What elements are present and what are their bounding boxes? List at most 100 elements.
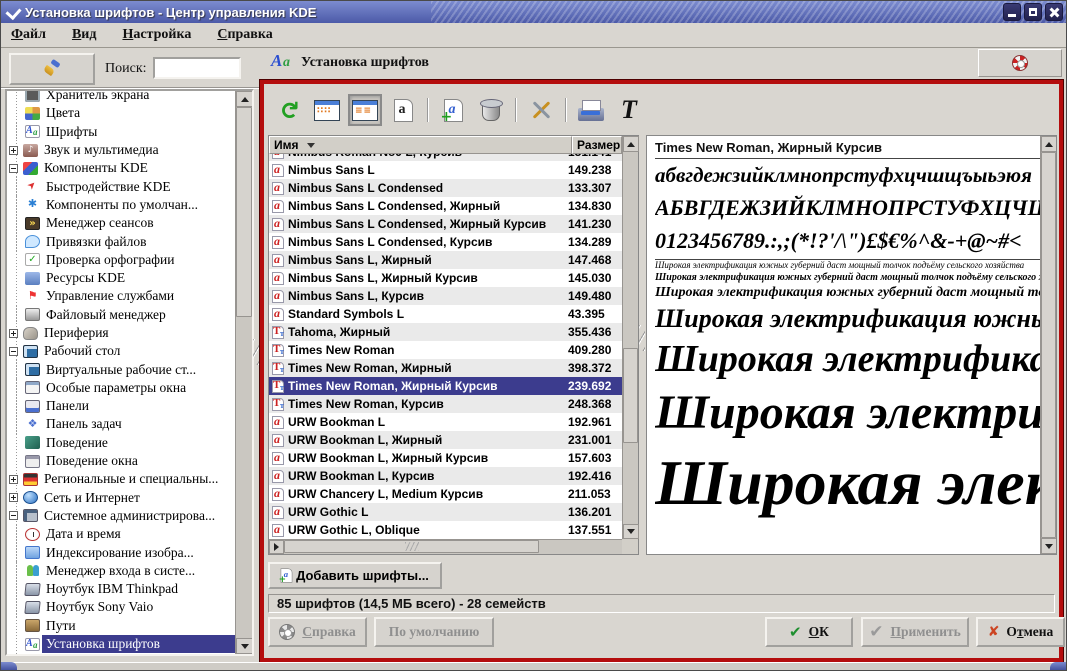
- scroll-up-arrow[interactable]: [623, 136, 639, 152]
- scrollbar-thumb[interactable]: [284, 540, 539, 553]
- sidebar-item[interactable]: Периферия: [7, 324, 235, 342]
- font-list-row[interactable]: Times New Roman409.280: [269, 341, 622, 359]
- sidebar-item[interactable]: Шрифты: [7, 123, 235, 141]
- sidebar-item[interactable]: Цвета: [7, 104, 235, 122]
- clear-search-button[interactable]: [9, 53, 95, 85]
- sidebar-item[interactable]: Управление питанием: [7, 653, 235, 654]
- ok-button[interactable]: ОК: [765, 617, 853, 647]
- font-list-row[interactable]: URW Chancery L, Medium Курсив211.053: [269, 485, 622, 503]
- sidebar-item[interactable]: Установка шрифтов: [7, 635, 235, 653]
- configure-button[interactable]: [524, 94, 558, 126]
- sidebar-item[interactable]: Менеджер сеансов: [7, 214, 235, 232]
- column-header-size[interactable]: Размер: [572, 136, 622, 154]
- menu-item-Файл[interactable]: Файл: [11, 27, 46, 43]
- close-button[interactable]: [1045, 3, 1063, 21]
- font-list-row[interactable]: URW Bookman L, Жирный Курсив157.603: [269, 449, 622, 467]
- sidebar-item[interactable]: Системное администрирова...: [7, 507, 235, 525]
- font-list-row[interactable]: Times New Roman, Жирный398.372: [269, 359, 622, 377]
- sidebar-item[interactable]: Файловый менеджер: [7, 306, 235, 324]
- font-list-row[interactable]: Nimbus Sans L Condensed133.307: [269, 179, 622, 197]
- font-list-row[interactable]: URW Bookman L, Курсив192.416: [269, 467, 622, 485]
- sidebar-item[interactable]: Панели: [7, 397, 235, 415]
- refresh-button[interactable]: [272, 94, 306, 126]
- menu-item-Настройка[interactable]: Настройка: [122, 27, 191, 43]
- sidebar-item[interactable]: Особые параметры окна: [7, 379, 235, 397]
- list-view-button[interactable]: [348, 94, 382, 126]
- scroll-up-arrow[interactable]: [1041, 136, 1057, 152]
- sidebar-item[interactable]: Панель задач: [7, 415, 235, 433]
- help-button[interactable]: Справка: [268, 617, 367, 647]
- scroll-up-arrow[interactable]: [236, 91, 253, 107]
- sidebar-item[interactable]: Сеть и Интернет: [7, 489, 235, 507]
- delete-button[interactable]: [474, 94, 508, 126]
- sidebar-item[interactable]: Пути: [7, 617, 235, 635]
- font-list-vscrollbar[interactable]: [622, 136, 638, 539]
- font-list-row[interactable]: Standard Symbols L43.395: [269, 305, 622, 323]
- sidebar-item[interactable]: Проверка орфографии: [7, 251, 235, 269]
- minimize-button[interactable]: [1003, 3, 1021, 21]
- maximize-button[interactable]: [1024, 3, 1042, 21]
- add-font-button[interactable]: [436, 94, 470, 126]
- scrollbar-thumb[interactable]: [236, 107, 252, 317]
- font-list-row[interactable]: Nimbus Sans L, Жирный Курсив145.030: [269, 269, 622, 287]
- menu-item-Вид[interactable]: Вид: [72, 27, 97, 43]
- sidebar-item[interactable]: Индексирование изобра...: [7, 543, 235, 561]
- font-list-row[interactable]: Nimbus Sans L, Курсив149.480: [269, 287, 622, 305]
- sidebar-item[interactable]: Ноутбук Sony Vaio: [7, 598, 235, 616]
- sidebar-item[interactable]: Дата и время: [7, 525, 235, 543]
- scrollbar-thumb[interactable]: [1041, 152, 1056, 538]
- sidebar-item[interactable]: Хранитель экрана: [7, 89, 235, 104]
- scroll-down-arrow[interactable]: [1041, 538, 1057, 554]
- print-button[interactable]: [574, 94, 608, 126]
- collapse-minus-icon[interactable]: [9, 347, 18, 356]
- font-list-row[interactable]: Nimbus Sans L, Жирный147.468: [269, 251, 622, 269]
- font-list-row[interactable]: Tahoma, Жирный355.436: [269, 323, 622, 341]
- scroll-down-arrow[interactable]: [236, 638, 253, 654]
- font-list-row[interactable]: URW Gothic L136.201: [269, 503, 622, 521]
- collapse-minus-icon[interactable]: [9, 164, 18, 173]
- font-list-row[interactable]: Nimbus Sans L Condensed, Жирный Курсив14…: [269, 215, 622, 233]
- expand-plus-icon[interactable]: [9, 475, 18, 484]
- font-file-button[interactable]: [386, 94, 420, 126]
- sidebar-item[interactable]: Ноутбук IBM Thinkpad: [7, 580, 235, 598]
- titlebar[interactable]: Установка шрифтов - Центр управления KDE: [1, 1, 1066, 23]
- column-header-name[interactable]: Имя: [269, 136, 572, 154]
- scroll-down-arrow[interactable]: [623, 524, 639, 539]
- expand-plus-icon[interactable]: [9, 329, 18, 338]
- font-list-row[interactable]: Nimbus Roman No9 L, Курсив151.141: [269, 154, 622, 161]
- cancel-button[interactable]: Отмена: [976, 617, 1065, 647]
- sidebar-item[interactable]: Менеджер входа в систе...: [7, 562, 235, 580]
- defaults-button[interactable]: По умолчанию: [374, 617, 494, 647]
- sidebar-item[interactable]: Привязки файлов: [7, 232, 235, 250]
- preview-text-button[interactable]: [612, 94, 646, 126]
- search-input[interactable]: [153, 57, 241, 79]
- sidebar-item[interactable]: Быстродействие KDE: [7, 177, 235, 195]
- expand-plus-icon[interactable]: [9, 493, 18, 502]
- font-list-row[interactable]: Nimbus Sans L Condensed, Курсив134.289: [269, 233, 622, 251]
- apply-button[interactable]: Применить: [861, 617, 969, 647]
- sidebar-item[interactable]: Региональные и специальны...: [7, 470, 235, 488]
- sidebar-item[interactable]: Компоненты KDE: [7, 159, 235, 177]
- menu-item-Справка[interactable]: Справка: [217, 27, 272, 43]
- scrollbar-thumb[interactable]: [623, 348, 638, 443]
- module-help-button[interactable]: [978, 49, 1062, 77]
- list-preview-splitter[interactable]: [639, 135, 646, 555]
- sidebar-item[interactable]: Ресурсы KDE: [7, 269, 235, 287]
- add-fonts-button[interactable]: Добавить шрифты...: [268, 562, 442, 589]
- font-list-row[interactable]: Times New Roman, Курсив248.368: [269, 395, 622, 413]
- sidebar-item[interactable]: Поведение: [7, 434, 235, 452]
- sidebar-item[interactable]: Виртуальные рабочие ст...: [7, 360, 235, 378]
- sidebar-item[interactable]: Звук и мультимедиа: [7, 141, 235, 159]
- font-list-row[interactable]: Nimbus Sans L149.238: [269, 161, 622, 179]
- icon-view-button[interactable]: [310, 94, 344, 126]
- sidebar-item[interactable]: Компоненты по умолчан...: [7, 196, 235, 214]
- font-list-hscrollbar[interactable]: [269, 539, 622, 554]
- expand-plus-icon[interactable]: [9, 146, 18, 155]
- sidebar-item[interactable]: Управление службами: [7, 287, 235, 305]
- font-list-row[interactable]: Times New Roman, Жирный Курсив239.692: [269, 377, 622, 395]
- sidebar-scrollbar[interactable]: [235, 91, 252, 654]
- font-list-row[interactable]: URW Bookman L, Жирный231.001: [269, 431, 622, 449]
- scroll-right-arrow[interactable]: [269, 540, 284, 554]
- preview-scrollbar[interactable]: [1040, 136, 1056, 554]
- sidebar-item[interactable]: Поведение окна: [7, 452, 235, 470]
